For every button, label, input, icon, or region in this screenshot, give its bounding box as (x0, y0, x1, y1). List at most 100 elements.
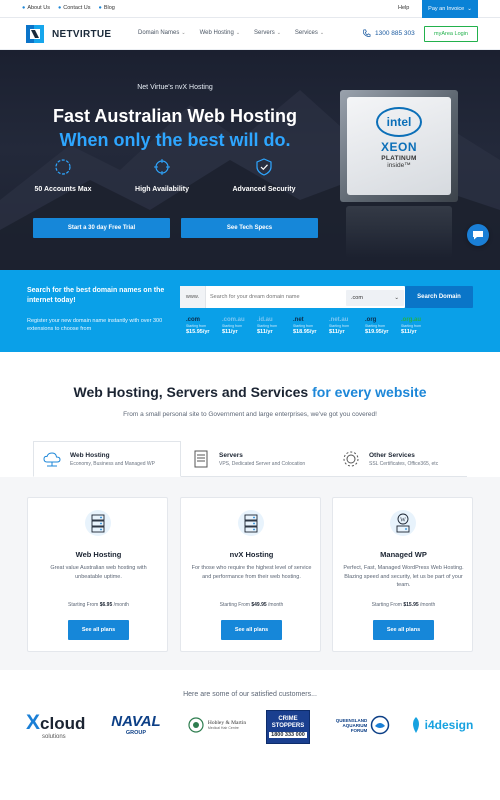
customers-section: Here are some of our satisfied customers… (0, 670, 500, 800)
tld-starting: Starting from (329, 324, 350, 328)
chevron-down-icon: ⌄ (394, 295, 399, 301)
nav-web-hosting[interactable]: Web Hosting ⌄ (200, 30, 240, 36)
logo-text: NETVIRTUE (52, 28, 112, 40)
tld-price: $11/yr (329, 329, 345, 335)
chevron-down-icon: ⌄ (235, 30, 241, 36)
i4design-emblem-icon (412, 717, 419, 733)
hosting-tabs: Web Hosting Economy, Business and Managed… (33, 441, 467, 477)
feature-availability: High Availability (127, 158, 197, 193)
contact-us-link[interactable]: ● Contact Us (58, 5, 91, 11)
nav-domain-names[interactable]: Domain Names ⌄ (138, 30, 186, 36)
inside-label: inside™ (387, 162, 411, 169)
hero-headline: Fast Australian Web Hosting (52, 106, 298, 126)
domain-search-band: Search for the best domain names on the … (0, 270, 500, 352)
tld-item[interactable]: .com Starting from $15.95/yr (186, 317, 220, 335)
nav-menu: Domain Names ⌄ Web Hosting ⌄ Servers ⌄ Serv… (138, 30, 324, 36)
tab-desc: VPS, Dedicated Server and Colocation (219, 460, 306, 467)
feature-label: Advanced Security (232, 186, 296, 193)
chevron-down-icon: ⌄ (276, 30, 281, 36)
search-domain-button[interactable]: Search Domain (405, 286, 473, 308)
about-us-link[interactable]: ● About Us (22, 5, 50, 11)
see-all-plans-button[interactable]: See all plans (373, 620, 434, 640)
tld-item[interactable]: .com.au Starting from $11/yr (222, 317, 256, 335)
pay-invoice-button[interactable]: Pay an Invoice ⌄ (422, 0, 478, 18)
tab-servers[interactable]: Servers VPS, Dedicated Server and Colocat… (183, 441, 331, 477)
hero-subheadline: When only the best will do. (59, 130, 291, 150)
phone-number: 1300 885 303 (375, 30, 415, 37)
utility-bar: ● About Us ● Contact Us ● Blog Help Pay an … (0, 0, 500, 18)
shield-icon (256, 158, 272, 176)
see-all-plans-button[interactable]: See all plans (68, 620, 129, 640)
myarea-login-button[interactable]: myArea Login (424, 26, 478, 42)
nav-servers[interactable]: Servers ⌄ (254, 30, 281, 36)
card-price: Starting From $49.95 /month (219, 602, 284, 608)
server-stack-icon (85, 510, 111, 536)
main-nav: NETVIRTUE Domain Names ⌄ Web Hosting ⌄ Ser… (0, 18, 500, 50)
domain-search-input[interactable] (210, 290, 340, 304)
logo[interactable]: NETVIRTUE (22, 23, 111, 45)
tld-item[interactable]: .net Starting from $18.95/yr (293, 317, 327, 335)
hosting-section-subtitle: From a small personal site to Government… (123, 411, 377, 418)
card-price: Starting From $15.95 /month (371, 602, 436, 608)
tld-price: $11/yr (222, 329, 238, 335)
blog-link[interactable]: ● Blog (99, 5, 115, 11)
tld-price: $19.95/yr (365, 329, 389, 335)
tab-other-services[interactable]: Other Services SSL Certificates, Office36… (333, 441, 481, 477)
tld-item[interactable]: .org.au Starting from $11/yr (401, 317, 435, 335)
tab-desc: SSL Certificates, Office365, etc (369, 460, 439, 467)
cloud-icon (43, 452, 61, 467)
tld-starting: Starting from (222, 324, 243, 328)
crime-stoppers-logo: CRIME STOPPERS 1800 333 000 (266, 710, 310, 744)
tab-desc: Economy, Business and Managed WP (70, 460, 155, 467)
tld-price: $18.95/yr (293, 329, 317, 335)
chip-face: intel XEON PLATINUM inside™ (347, 97, 451, 195)
card-description: Great value Australian web hosting with … (50, 565, 147, 580)
tab-web-hosting[interactable]: Web Hosting Economy, Business and Managed… (33, 441, 181, 477)
tld-name: .net.au (329, 317, 349, 323)
tld-starting: Starting from (257, 324, 278, 328)
chat-button[interactable] (467, 224, 489, 246)
svg-text:W: W (400, 517, 406, 523)
tld-item[interactable]: .net.au Starting from $11/yr (329, 317, 363, 335)
tld-item[interactable]: .id.au Starting from $11/yr (257, 317, 291, 335)
tech-specs-button[interactable]: See Tech Specs (181, 218, 318, 238)
tab-title: Other Services (369, 451, 415, 459)
tab-title: Servers (219, 451, 243, 459)
tld-price: $11/yr (257, 329, 273, 335)
tld-item[interactable]: .org Starting from $19.95/yr (365, 317, 399, 335)
help-link[interactable]: Help (398, 5, 409, 11)
tld-starting: Starting from (365, 324, 386, 328)
tld-price: $11/yr (401, 329, 417, 335)
tld-starting: Starting from (293, 324, 314, 328)
customers-heading: Here are some of our satisfied customers… (183, 691, 317, 698)
tld-price-list: .com Starting from $15.95/yr .com.au Sta… (186, 317, 436, 337)
tab-title: Web Hosting (70, 451, 110, 459)
hero-tagline: Net Virtue's nvX Hosting (137, 84, 213, 91)
tld-starting: Starting from (186, 324, 207, 328)
hero-banner: Net Virtue's nvX Hosting Fast Australian… (0, 50, 500, 270)
chat-bubble-icon (473, 231, 483, 240)
i4design-logo: i4design (408, 710, 474, 740)
feature-accounts: 50 Accounts Max (28, 158, 98, 193)
tld-name: .com (186, 317, 201, 323)
tld-name: .net (293, 317, 304, 323)
hobley-emblem-icon (188, 717, 204, 733)
feature-label: High Availability (135, 186, 189, 193)
nav-services[interactable]: Services ⌄ (295, 30, 324, 36)
tld-select[interactable]: .com ⌄ (346, 290, 404, 306)
wordpress-server-icon: W (390, 510, 416, 536)
card-title: Web Hosting (75, 550, 122, 559)
netvirtue-logo-icon (26, 25, 44, 43)
card-title: Managed WP (380, 550, 427, 559)
platinum-label: PLATINUM (381, 155, 417, 162)
domain-description: Register your new domain name instantly … (27, 318, 163, 332)
chip-reflection (346, 206, 452, 258)
phone-link[interactable]: 1300 885 303 (362, 29, 415, 38)
card-description: For those who require the highest level … (191, 565, 312, 580)
see-all-plans-button[interactable]: See all plans (221, 620, 282, 640)
feature-security: Advanced Security (229, 158, 299, 193)
chevron-down-icon: ⌄ (319, 30, 325, 36)
phone-icon (362, 29, 371, 37)
free-trial-button[interactable]: Start a 30 day Free Trial (33, 218, 170, 238)
feature-label: 50 Accounts Max (34, 186, 92, 193)
